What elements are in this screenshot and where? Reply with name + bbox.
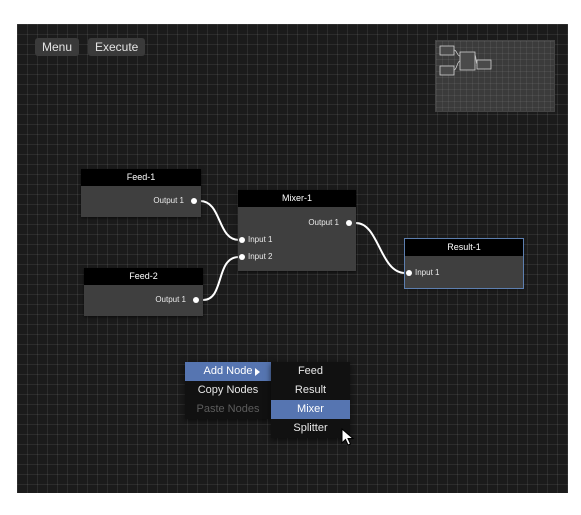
output-socket[interactable]	[193, 297, 199, 303]
wire-feed1-to-mixer-input1[interactable]	[199, 200, 240, 241]
port-label: Input 2	[248, 252, 273, 261]
mouse-cursor-icon	[341, 428, 355, 446]
node-title[interactable]: Feed-2	[84, 268, 203, 285]
output-port[interactable]: Output 1	[308, 218, 352, 228]
node-feed-1[interactable]: Feed-1 Output 1	[81, 169, 201, 217]
node-title[interactable]: Feed-1	[81, 169, 201, 186]
menu-item-copy-nodes[interactable]: Copy Nodes	[185, 381, 271, 400]
input-port[interactable]: Input 1	[239, 235, 273, 245]
input-socket[interactable]	[239, 237, 245, 243]
wire-feed2-to-mixer-input2[interactable]	[202, 256, 240, 301]
menu-item-label: Copy Nodes	[197, 384, 259, 396]
input-socket[interactable]	[239, 254, 245, 260]
input-socket[interactable]	[406, 270, 412, 276]
node-editor-canvas[interactable]: Menu Execute Feed-1 Output 1 Feed-2 Outp…	[17, 24, 568, 493]
submenu-item-feed[interactable]: Feed	[271, 362, 350, 381]
submenu-item-result[interactable]: Result	[271, 381, 350, 400]
chevron-right-icon	[255, 368, 260, 376]
node-title[interactable]: Result-1	[405, 239, 523, 256]
submenu-item-splitter[interactable]: Splitter	[271, 419, 350, 438]
node-result-1[interactable]: Result-1 Input 1	[404, 238, 524, 289]
output-port[interactable]: Output 1	[155, 295, 199, 305]
context-menu: Add Node Copy Nodes Paste Nodes	[185, 362, 271, 419]
output-socket[interactable]	[191, 198, 197, 204]
submenu-item-mixer[interactable]: Mixer	[271, 400, 350, 419]
port-label: Input 1	[415, 268, 440, 277]
add-node-submenu: Feed Result Mixer Splitter	[271, 362, 350, 438]
menu-item-add-node[interactable]: Add Node	[185, 362, 271, 381]
node-mixer-1[interactable]: Mixer-1 Output 1 Input 1 Input 2	[238, 190, 356, 271]
node-title[interactable]: Mixer-1	[238, 190, 356, 207]
node-feed-2[interactable]: Feed-2 Output 1	[84, 268, 203, 316]
menu-item-paste-nodes: Paste Nodes	[185, 400, 271, 419]
output-socket[interactable]	[346, 220, 352, 226]
port-label: Output 1	[155, 295, 186, 304]
menu-item-label: Add Node	[203, 365, 253, 377]
input-port[interactable]: Input 2	[239, 252, 273, 262]
port-label: Output 1	[153, 196, 184, 205]
wire-mixer-to-result-input1[interactable]	[355, 222, 406, 274]
port-label: Output 1	[308, 218, 339, 227]
menu-item-label: Paste Nodes	[196, 403, 260, 415]
input-port[interactable]: Input 1	[406, 268, 440, 278]
output-port[interactable]: Output 1	[153, 196, 197, 206]
port-label: Input 1	[248, 235, 273, 244]
